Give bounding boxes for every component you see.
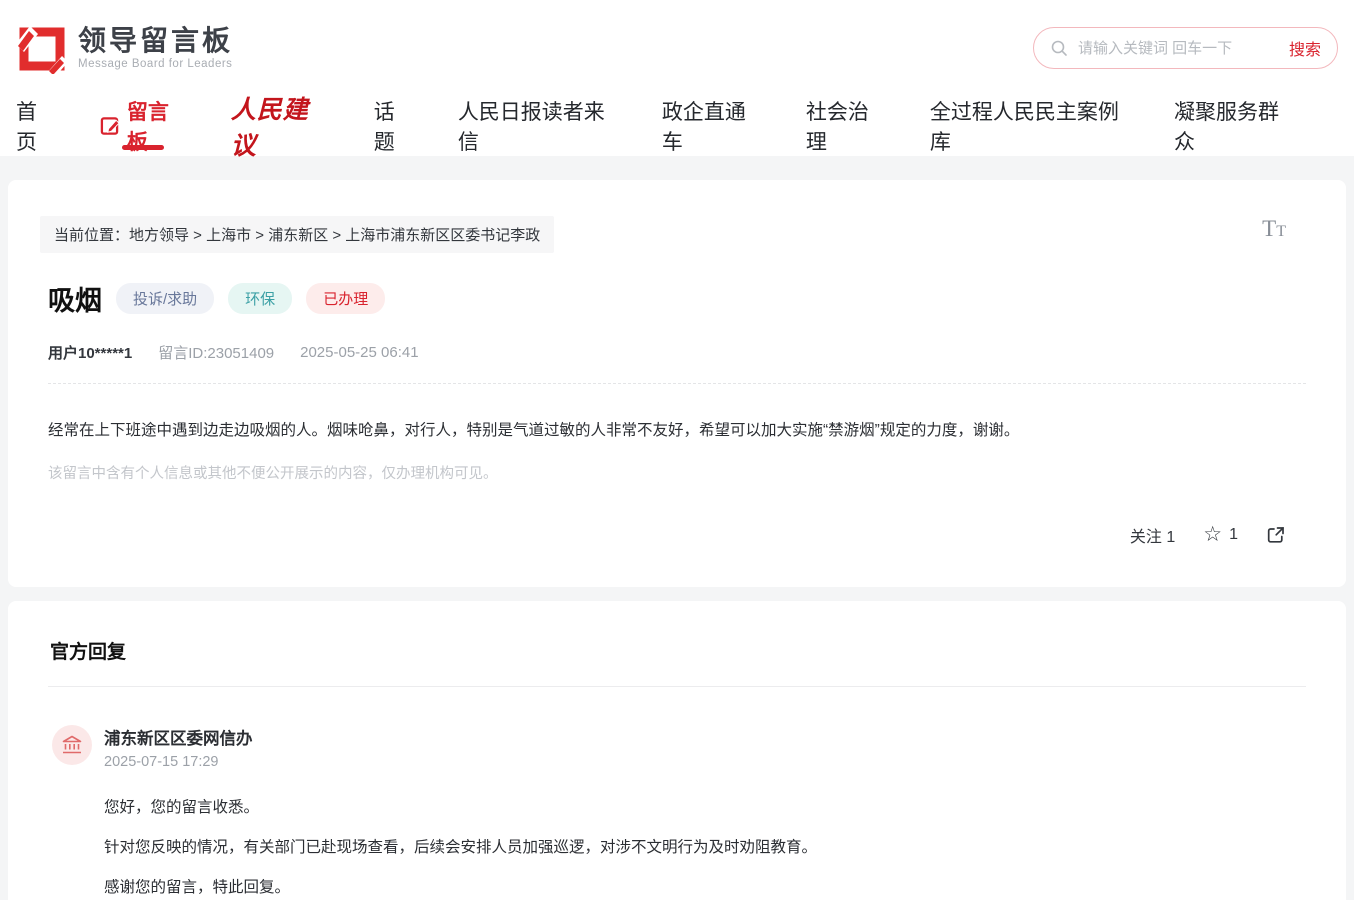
nav-item-people-suggestions[interactable]: 人民建议 — [231, 96, 330, 156]
message-date: 2025-05-25 06:41 — [300, 344, 418, 361]
privacy-note: 该留言中含有个人信息或其他不便公开展示的内容，仅办理机构可见。 — [48, 462, 1306, 483]
page-content: 当前位置：地方领导 > 上海市 > 浦东新区 > 上海市浦东新区区委书记李政 T… — [0, 156, 1354, 900]
search-box[interactable]: 搜索 — [1033, 27, 1338, 69]
status-badge: 已办理 — [306, 283, 385, 314]
nav-item-home[interactable]: 首页 — [16, 96, 56, 156]
nav-item-serve-masses[interactable]: 凝聚服务群众 — [1174, 96, 1294, 156]
logo-icon — [16, 22, 68, 74]
follow-button[interactable]: 关注 1 — [1130, 523, 1175, 547]
message-id: 留言ID:23051409 — [158, 342, 274, 363]
official-reply-card: 官方回复 浦东新区区委网信办 2025-07-15 17:29 — [8, 601, 1346, 900]
reply-section-title: 官方回复 — [50, 637, 1306, 664]
edit-board-icon — [100, 115, 121, 137]
reply-body: 您好，您的留言收悉。 针对您反映的情况，有关部门已赴现场查看，后续会安排人员加强… — [104, 796, 1306, 900]
logo-title: 领导留言板 — [78, 26, 233, 55]
reply-paragraph: 您好，您的留言收悉。 — [104, 796, 1306, 821]
main-nav: 首页 留言板 人民建议 话题 人民日报读者来信 政企直通车 社会治理 全过程人民… — [0, 96, 1354, 156]
section-divider — [48, 686, 1306, 687]
nav-item-democracy-cases[interactable]: 全过程人民民主案例库 — [930, 96, 1130, 156]
star-icon: ☆ — [1203, 524, 1222, 545]
message-user: 用户10*****1 — [48, 342, 132, 363]
tag-domain: 环保 — [228, 283, 292, 314]
government-building-icon — [61, 734, 83, 756]
star-button[interactable]: ☆ 1 — [1203, 525, 1238, 546]
active-underline — [122, 145, 164, 150]
reply-author: 浦东新区区委网信办 — [104, 725, 253, 749]
dashed-divider — [48, 383, 1306, 384]
nav-item-message-board[interactable]: 留言板 — [100, 96, 187, 156]
font-size-button[interactable]: TT — [1262, 216, 1286, 242]
share-button[interactable] — [1266, 525, 1286, 545]
search-button[interactable]: 搜索 — [1289, 36, 1321, 60]
logo-text: 领导留言板 Message Board for Leaders — [78, 26, 233, 69]
tag-category: 投诉/求助 — [116, 283, 214, 314]
reply-date: 2025-07-15 17:29 — [104, 754, 253, 770]
message-title: 吸烟 — [48, 279, 102, 318]
site-logo[interactable]: 领导留言板 Message Board for Leaders — [16, 22, 233, 74]
reply-paragraph: 感谢您的留言，特此回复。 — [104, 876, 1306, 900]
nav-item-social-governance[interactable]: 社会治理 — [806, 96, 886, 156]
reply-paragraph: 针对您反映的情况，有关部门已赴现场查看，后续会安排人员加强巡逻，对涉不文明行为及… — [104, 836, 1306, 861]
breadcrumb[interactable]: 当前位置：地方领导 > 上海市 > 浦东新区 > 上海市浦东新区区委书记李政 — [40, 216, 554, 253]
search-icon — [1050, 39, 1068, 57]
site-header: 领导留言板 Message Board for Leaders 搜索 — [0, 0, 1354, 96]
nav-item-gov-enterprise[interactable]: 政企直通车 — [662, 96, 762, 156]
message-content: 经常在上下班途中遇到边走边吸烟的人。烟味呛鼻，对行人，特别是气道过敏的人非常不友… — [48, 418, 1306, 444]
message-card: 当前位置：地方领导 > 上海市 > 浦东新区 > 上海市浦东新区区委书记李政 T… — [8, 180, 1346, 587]
search-input[interactable] — [1078, 40, 1289, 57]
nav-item-topics[interactable]: 话题 — [374, 96, 414, 156]
nav-item-reader-letters[interactable]: 人民日报读者来信 — [458, 96, 618, 156]
logo-subtitle: Message Board for Leaders — [78, 58, 233, 70]
share-icon — [1266, 525, 1286, 545]
avatar — [52, 725, 92, 765]
